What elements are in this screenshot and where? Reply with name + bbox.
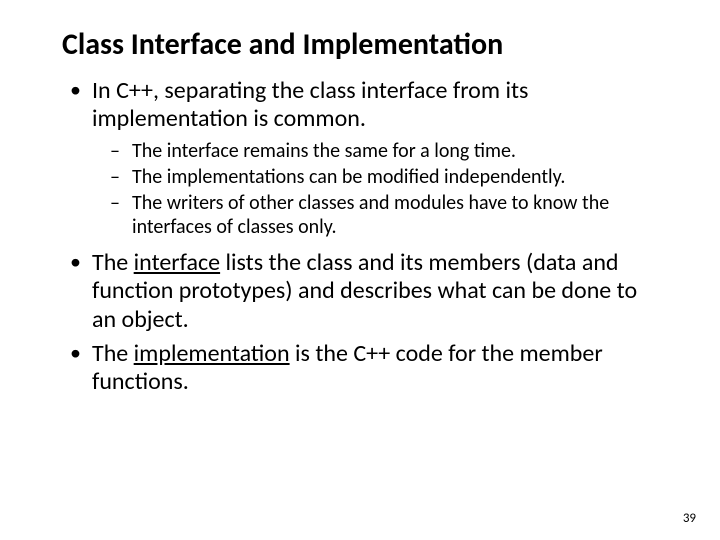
sub-bullet-item: The writers of other classes and modules… [110, 191, 666, 239]
bullet-item-1: In C++, separating the class interface f… [66, 77, 666, 240]
sub-bullet-list: The interface remains the same for a lon… [92, 139, 666, 239]
bullet-list: In C++, separating the class interface f… [62, 77, 666, 397]
sub-bullet-item: The interface remains the same for a lon… [110, 139, 666, 163]
slide-title: Class Interface and Implementation [62, 28, 666, 63]
underlined-term-implementation: implementation [134, 339, 290, 368]
bullet-text: In C++, separating the class interface f… [92, 76, 528, 133]
underlined-term-interface: interface [134, 248, 220, 277]
bullet-text-part: The [92, 248, 134, 277]
bullet-text-part: The [92, 339, 134, 368]
page-number: 39 [683, 511, 696, 526]
slide: Class Interface and Implementation In C+… [0, 0, 720, 397]
sub-bullet-item: The implementations can be modified inde… [110, 165, 666, 189]
bullet-item-3: The implementation is the C++ code for t… [66, 340, 666, 397]
bullet-item-2: The interface lists the class and its me… [66, 249, 666, 334]
